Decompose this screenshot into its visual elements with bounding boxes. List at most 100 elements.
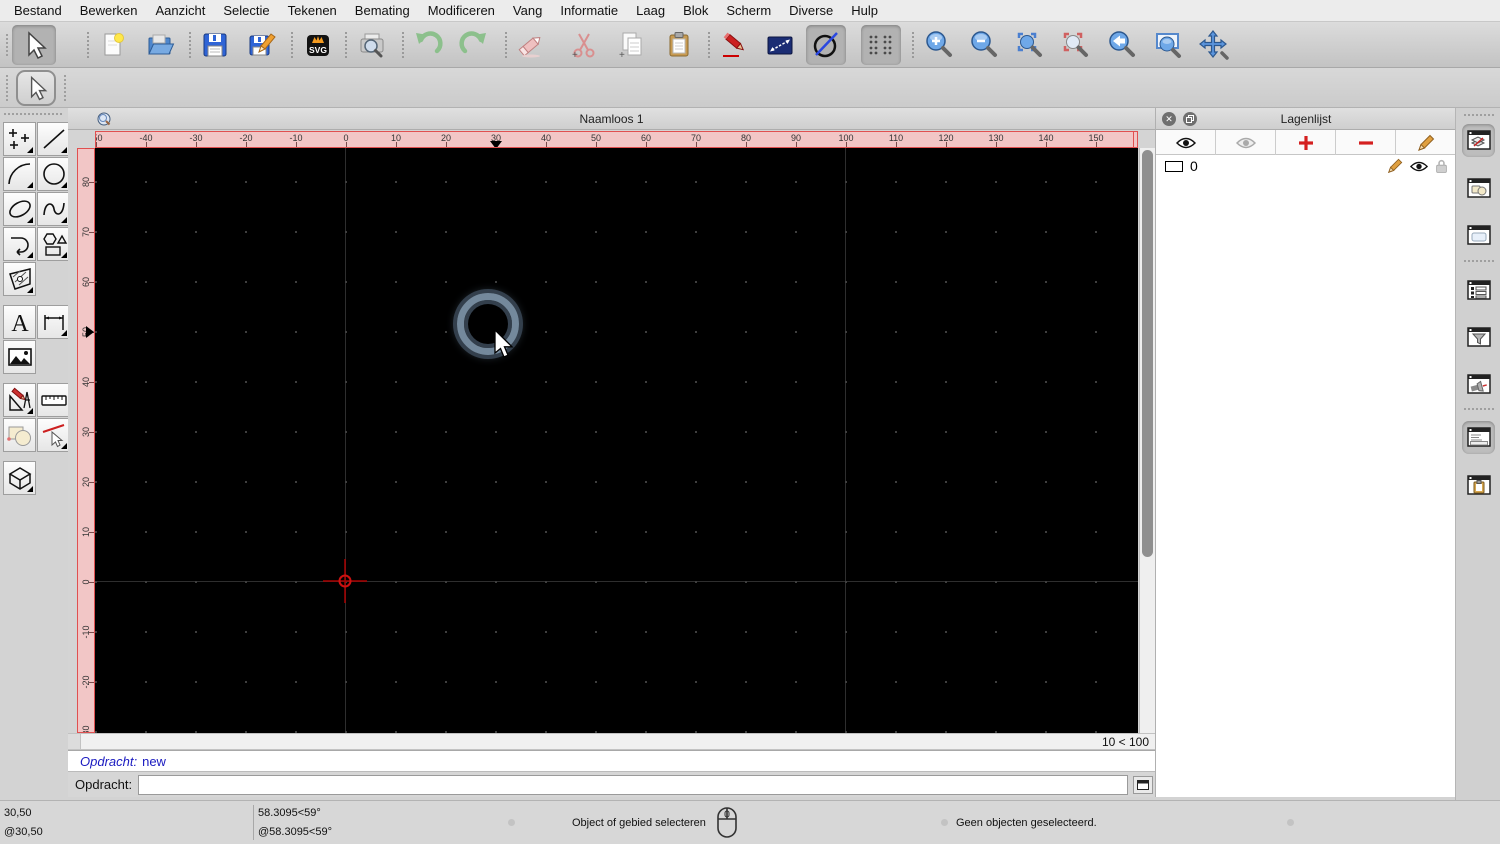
layer-visibility-icon[interactable] [1410,160,1428,173]
hatch-tool[interactable] [3,262,36,296]
menu-item-vang[interactable]: Vang [504,0,551,22]
boolean-tool[interactable] [3,418,36,452]
dimension-tool-button[interactable] [760,25,800,65]
arc-tool[interactable] [3,157,36,191]
horizontal-scrollbar[interactable]: 10 < 100 [68,733,1155,750]
menu-item-laag[interactable]: Laag [627,0,674,22]
new-document-button[interactable] [93,25,133,65]
close-panel-button[interactable]: ✕ [1162,112,1176,126]
shape-tool[interactable] [37,227,70,261]
menu-item-bestand[interactable]: Bestand [0,0,71,22]
zoom-window-button[interactable] [1148,25,1188,65]
zoom-selection-button[interactable] [1056,25,1096,65]
layer-edit-pencil-icon[interactable] [1387,158,1403,174]
copy-button[interactable]: + [611,25,651,65]
toolbar-drag-handle[interactable] [6,34,8,56]
drawing-canvas[interactable] [95,148,1138,733]
document-title-bar[interactable]: Naamloos 1 [68,108,1155,130]
dimension-tool[interactable] [37,305,70,339]
remove-layer-button[interactable] [1336,130,1396,155]
vertical-scrollbar[interactable] [1139,148,1155,733]
meta-grid-line [345,148,346,733]
menu-item-diverse[interactable]: Diverse [780,0,842,22]
show-all-layers-button[interactable] [1156,130,1216,155]
trim-tool[interactable] [37,418,70,452]
zoom-auto-button[interactable] [1010,25,1050,65]
save-button[interactable] [195,25,235,65]
add-layer-button[interactable] [1276,130,1336,155]
menu-item-modificeren[interactable]: Modificeren [419,0,504,22]
layer-color-swatch[interactable] [1165,160,1183,172]
line-tool[interactable] [37,122,70,156]
menu-item-blok[interactable]: Blok [674,0,717,22]
spotlight-panel-button[interactable] [1462,368,1495,401]
grid-dot [745,331,747,333]
grid-dot [645,531,647,533]
grid-dot [545,581,547,583]
options-drag-handle-2[interactable] [64,75,66,101]
options-drag-handle[interactable] [6,75,8,101]
grid-dot [795,481,797,483]
spline-tool[interactable] [37,192,70,226]
command-window-toggle-button[interactable] [1133,775,1154,794]
dock-drag-handle[interactable] [1464,114,1494,116]
filter-window-icon [1466,326,1491,347]
menu-item-bewerken[interactable]: Bewerken [71,0,147,22]
edit-layer-button[interactable] [1396,130,1456,155]
modify-tool[interactable] [3,383,36,417]
select-tool-button[interactable] [12,25,56,65]
layer-lock-icon[interactable] [1435,158,1448,174]
draft-mode-button[interactable] [806,25,846,65]
modify-icon [8,387,31,411]
points-tool[interactable] [3,122,36,156]
blocks-panel-button[interactable] [1462,172,1495,205]
command-line-panel-button[interactable] [1462,421,1495,454]
zoom-out-button[interactable] [964,25,1004,65]
detach-panel-button[interactable] [1183,112,1197,126]
pan-button[interactable] [1194,25,1234,65]
menu-item-aanzicht[interactable]: Aanzicht [147,0,215,22]
polyline-tool[interactable] [3,227,36,261]
ellipse-tool[interactable] [3,192,36,226]
clipboard-panel-button[interactable] [1462,469,1495,502]
paste-button[interactable] [659,25,699,65]
zoom-previous-button[interactable] [1102,25,1142,65]
menu-item-scherm[interactable]: Scherm [717,0,780,22]
list-panel-button[interactable] [1462,274,1495,307]
layers-panel-button[interactable] [1462,124,1495,157]
solid-tool[interactable] [3,461,36,495]
grid-dot [295,231,297,233]
grid-dot [795,231,797,233]
draw-tool-button[interactable] [714,25,754,65]
active-tool-indicator[interactable] [16,70,56,106]
delete-button[interactable] [511,25,551,65]
layer-row-0[interactable]: 0 [1156,155,1456,177]
palette-drag-handle[interactable] [4,113,62,115]
grid-dot [595,381,597,383]
hide-all-layers-button[interactable] [1216,130,1276,155]
circle-tool[interactable] [37,157,70,191]
menu-item-tekenen[interactable]: Tekenen [279,0,346,22]
cut-button[interactable]: + [564,25,604,65]
menu-item-selectie[interactable]: Selectie [214,0,278,22]
print-preview-button[interactable] [352,25,392,65]
filter-panel-button[interactable] [1462,321,1495,354]
redo-button[interactable] [454,25,494,65]
menu-item-informatie[interactable]: Informatie [551,0,627,22]
grid-toggle-button[interactable] [861,25,901,65]
measure-tool[interactable] [37,383,70,417]
command-input[interactable] [138,774,1129,795]
svg-export-button[interactable]: SVG [298,25,338,65]
undo-button[interactable] [408,25,448,65]
grid-dot [1045,431,1047,433]
save-as-button[interactable] [242,25,282,65]
image-tool[interactable] [3,340,36,374]
grid-dot [845,181,847,183]
vertical-scrollbar-thumb[interactable] [1142,150,1153,557]
zoom-in-button[interactable] [919,25,959,65]
open-file-button[interactable] [140,25,180,65]
text-tool[interactable]: A [3,305,36,339]
menu-item-hulp[interactable]: Hulp [842,0,887,22]
views-panel-button[interactable] [1462,219,1495,252]
menu-item-bemating[interactable]: Bemating [346,0,419,22]
